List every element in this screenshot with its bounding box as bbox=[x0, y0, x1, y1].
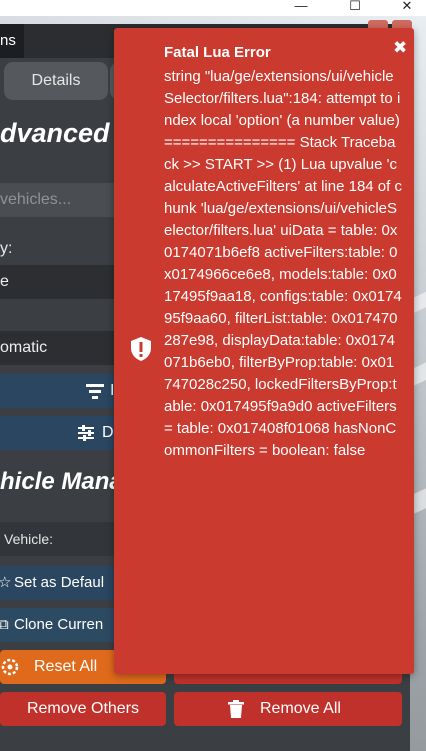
close-icon[interactable]: ✖ bbox=[393, 39, 407, 56]
vehicle-row: Vehicle: bbox=[0, 522, 120, 556]
minimize-button[interactable]: — bbox=[286, 0, 316, 14]
details-filter-label: D bbox=[102, 424, 114, 441]
set-default-label: Set as Defaul bbox=[14, 574, 105, 591]
vehicle-management-heading: hicle Mana bbox=[0, 468, 123, 495]
sliders-icon bbox=[78, 425, 94, 441]
shield-alert-icon bbox=[130, 336, 152, 362]
set-default-button[interactable]: ☆ Set as Defaul bbox=[0, 566, 120, 600]
transmission-select[interactable]: omatic bbox=[0, 331, 120, 365]
toast-title: Fatal Lua Error bbox=[164, 44, 271, 61]
toast-message: string "lua/ge/extensions/ui/vehicleSele… bbox=[164, 68, 402, 459]
sort-button[interactable]: I bbox=[0, 374, 120, 408]
remove-others-button[interactable]: Remove Others bbox=[0, 692, 166, 726]
maximize-button[interactable]: ☐ bbox=[340, 0, 370, 14]
clone-current-label: Clone Curren bbox=[14, 616, 104, 633]
reset-icon bbox=[0, 658, 20, 676]
vehicle-label: Vehicle: bbox=[4, 531, 54, 547]
clone-icon: ⧉ bbox=[0, 616, 9, 633]
sort-icon bbox=[86, 383, 104, 399]
star-icon: ☆ bbox=[0, 574, 12, 591]
filter-select[interactable]: e bbox=[0, 265, 120, 299]
details-tab[interactable]: Details bbox=[4, 62, 108, 100]
trash-icon bbox=[228, 700, 244, 718]
window-close-button[interactable]: ✕ bbox=[392, 0, 422, 14]
reset-all-label: Reset All bbox=[34, 658, 98, 675]
tab-partial[interactable]: ns bbox=[0, 24, 24, 58]
search-input[interactable]: vehicles... bbox=[0, 183, 120, 217]
remove-all-label: Remove All bbox=[260, 700, 341, 717]
clone-current-button[interactable]: ⧉ Clone Curren bbox=[0, 608, 120, 642]
remove-all-button[interactable]: Remove All bbox=[174, 692, 402, 726]
filter-label: y: bbox=[0, 240, 13, 257]
details-filter-button[interactable]: D bbox=[0, 416, 120, 450]
